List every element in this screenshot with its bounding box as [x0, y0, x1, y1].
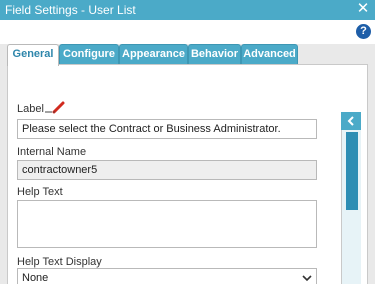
toolbar-row: ? — [0, 20, 375, 44]
scrollbar-thumb[interactable] — [346, 132, 358, 210]
help-text-caption: Help Text — [17, 186, 63, 198]
tab-appearance[interactable]: Appearance — [119, 44, 188, 64]
close-icon[interactable]: ✕ — [356, 1, 370, 17]
collapse-sidebar-button[interactable] — [341, 112, 361, 130]
help-text-input[interactable] — [17, 200, 317, 248]
side-scroll-track — [341, 130, 361, 284]
tab-advanced[interactable]: Advanced — [241, 44, 298, 64]
label-caption: Label — [17, 103, 44, 115]
general-panel: Label Please select the Contract or Busi… — [7, 64, 368, 284]
label-input[interactable]: Please select the Contract or Business A… — [17, 119, 317, 139]
help-text-display-caption: Help Text Display — [17, 256, 102, 268]
help-text-display-value: None — [22, 272, 49, 284]
tab-behavior[interactable]: Behavior — [188, 44, 241, 64]
internal-name-caption: Internal Name — [17, 146, 87, 158]
tab-general[interactable]: General — [7, 44, 59, 66]
help-text-display-select[interactable]: None — [17, 268, 317, 284]
settings-content: General Configure Appearance Behavior Ad… — [0, 44, 375, 284]
tab-configure[interactable]: Configure — [59, 44, 119, 64]
chevron-down-icon — [302, 275, 312, 282]
help-icon[interactable]: ? — [356, 24, 371, 39]
pencil-icon[interactable] — [44, 100, 66, 114]
internal-name-field: contractowner5 — [17, 160, 317, 180]
window-title: Field Settings - User List — [5, 3, 136, 17]
chevron-left-icon — [347, 116, 354, 126]
window-titlebar: Field Settings - User List ✕ — [0, 0, 375, 20]
